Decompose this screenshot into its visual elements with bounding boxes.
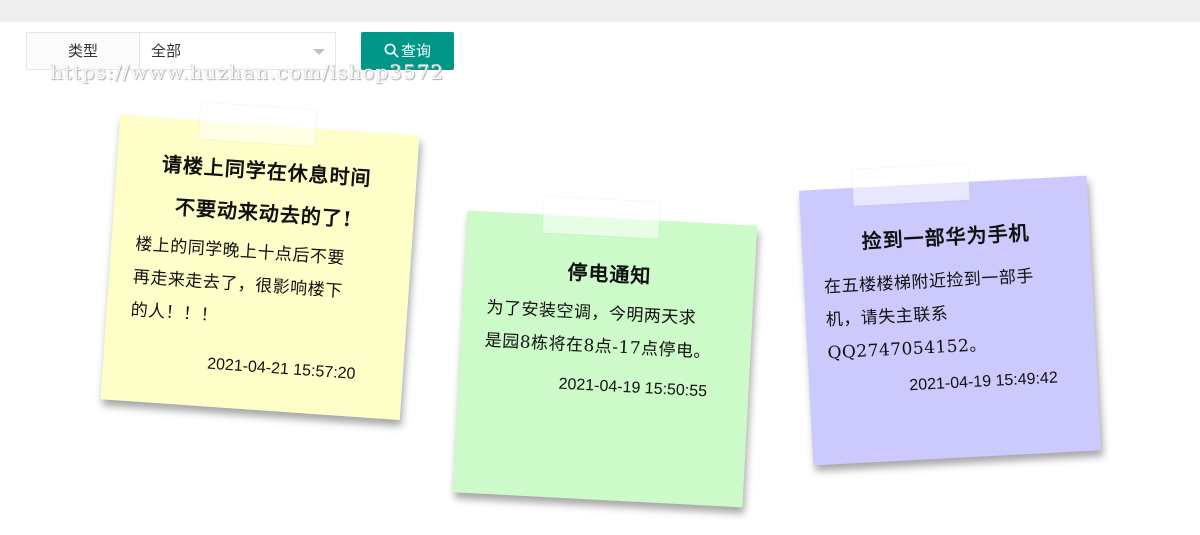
notice-content: 在五楼楼梯附近捡到一部手 机，请失主联系 QQ2747054152。 [823, 258, 1083, 370]
notice-card[interactable]: 捡到一部华为手机 在五楼楼梯附近捡到一部手 机，请失主联系 QQ27470541… [799, 163, 1101, 466]
notice-title: 捡到一部华为手机 [861, 220, 1031, 254]
notice-title: 停电通知 [566, 259, 653, 289]
type-filter-value: 全部 [151, 42, 182, 60]
notice-card[interactable]: 停电通知 为了安装空调，今明两天求 是园8栋将在8点-17点停电。 2021-0… [452, 196, 758, 508]
notice-date: 2021-04-19 15:49:42 [908, 369, 1059, 395]
notice-content: 楼上的同学晚上十点后不要 再走来走去了，很影响楼下 的人！！！ [130, 228, 396, 345]
tape-strip [198, 102, 318, 147]
notice-content: 为了安装空调，今明两天求 是园8栋将在8点-17点停电。 [484, 292, 742, 371]
notice-date: 2021-04-19 15:50:55 [558, 375, 708, 401]
notice-card[interactable]: 请楼上同学在休息时间 不要动来动去的了! 楼上的同学晚上十点后不要 再走来走去了… [100, 102, 420, 421]
chevron-down-icon [313, 49, 325, 55]
notice-title: 请楼上同学在休息时间 [161, 151, 373, 191]
watermark-text: https://www.huzhan.com/ishop3572 [50, 60, 445, 84]
query-button-label: 查询 [400, 42, 431, 60]
tape-strip [851, 163, 970, 206]
tape-strip [542, 196, 661, 239]
top-bar [0, 0, 1200, 22]
notice-date: 2021-04-21 15:57:20 [206, 355, 356, 383]
search-icon [384, 43, 399, 58]
